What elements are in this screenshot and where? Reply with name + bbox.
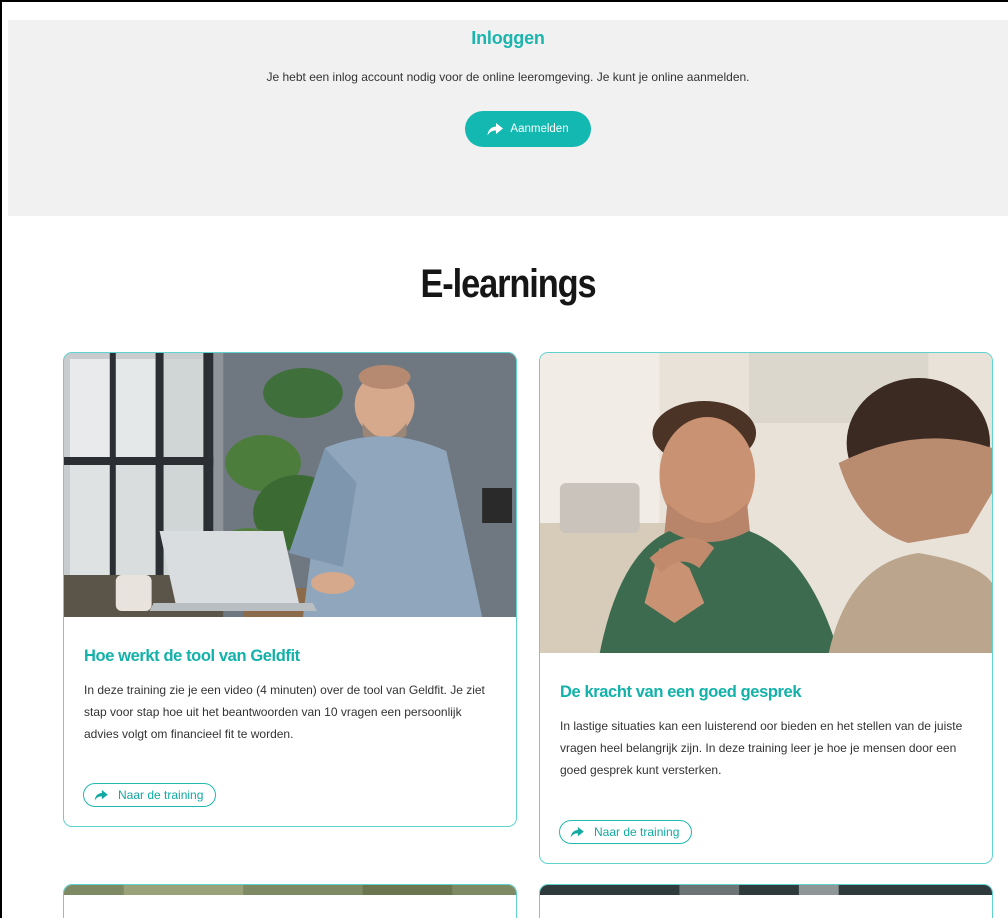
naar-de-training-button[interactable]: Naar de training	[83, 783, 217, 807]
elearning-card[interactable]: Hoe werkt de tool van Geldfit In deze tr…	[63, 352, 517, 827]
aanmelden-button-label: Aanmelden	[510, 123, 569, 135]
card-description: In lastige situaties kan een luisterend …	[560, 719, 963, 777]
elearning-card-partial[interactable]	[539, 884, 993, 918]
aanmelden-button[interactable]: Aanmelden	[465, 111, 591, 147]
button-label: Naar de training	[594, 825, 680, 839]
login-title: Inloggen	[471, 28, 545, 48]
button-label: Naar de training	[118, 788, 204, 802]
card-title[interactable]: Hoe werkt de tool van Geldfit	[84, 647, 300, 666]
naar-de-training-button[interactable]: Naar de training	[559, 820, 693, 844]
card-description: In deze training zie je een video (4 min…	[84, 683, 485, 741]
card-image-partial	[540, 885, 992, 895]
share-arrow-icon	[94, 789, 108, 801]
share-arrow-icon	[487, 122, 504, 135]
card-image-man-at-laptop	[64, 353, 516, 617]
login-section: Inloggen Je hebt een inlog account nodig…	[8, 20, 1008, 216]
card-image-partial	[64, 885, 516, 895]
login-text: Je hebt een inlog account nodig voor de …	[266, 70, 750, 84]
elearning-card-partial[interactable]	[63, 884, 517, 918]
card-image-two-men-talking	[540, 353, 992, 653]
elearning-card[interactable]: De kracht van een goed gesprek In lastig…	[539, 352, 993, 864]
section-title: E-learnings	[420, 262, 596, 306]
share-arrow-icon	[570, 826, 584, 838]
card-title[interactable]: De kracht van een goed gesprek	[560, 683, 802, 702]
